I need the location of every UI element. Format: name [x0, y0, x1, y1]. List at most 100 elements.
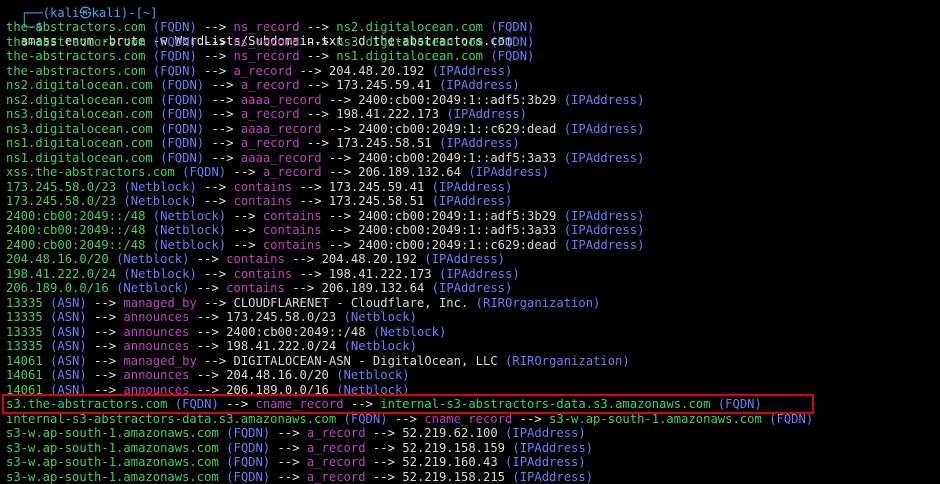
output-line: 206.189.0.0/16 (Netblock) --> contains -…: [6, 281, 512, 296]
output-line: 2400:cb00:2049::/48 (Netblock) --> conta…: [6, 223, 644, 238]
output-arrow: -->: [233, 238, 255, 252]
output-line: 173.245.58.0/23 (Netblock) --> contains …: [6, 180, 512, 195]
output-source: 204.48.16.0/20: [6, 252, 109, 266]
output-arrow: -->: [94, 310, 116, 324]
output-arrow: -->: [211, 122, 233, 136]
output-target: 173.245.58.0/23: [226, 310, 336, 324]
output-target-type: (IPAddress): [432, 194, 513, 208]
output-target-type: (Netblock): [373, 325, 446, 339]
output-line: 198.41.222.0/24 (Netblock) --> contains …: [6, 267, 520, 282]
output-arrow: -->: [307, 107, 329, 121]
output-target-type: (IPAddress): [564, 238, 645, 252]
output-relation: announces: [123, 368, 189, 382]
output-arrow: -->: [94, 339, 116, 353]
output-arrow: -->: [211, 78, 233, 92]
output-arrow: -->: [307, 78, 329, 92]
output-line: 2400:cb00:2049::/48 (Netblock) --> conta…: [6, 209, 644, 224]
output-line: ns2.digitalocean.com (FQDN) --> a_record…: [6, 78, 520, 93]
output-relation: contains: [226, 252, 285, 266]
output-target: 2400:cb00:2049::/48: [226, 325, 365, 339]
output-source: 14061: [6, 368, 43, 382]
output-line: 14061 (ASN) --> announces --> 204.48.16.…: [6, 368, 410, 383]
output-arrow: -->: [300, 267, 322, 281]
output-target-type: (IPAddress): [505, 426, 586, 440]
output-target: 2400:cb00:2049:1::adf5:3a33: [358, 151, 556, 165]
output-relation: aaaa_record: [241, 122, 322, 136]
output-target-type: (IPAddress): [432, 180, 513, 194]
output-source-type: (ASN): [50, 310, 87, 324]
output-relation: ns_record: [234, 20, 300, 34]
output-source-type: (FQDN): [153, 64, 197, 78]
output-arrow: -->: [233, 209, 255, 223]
output-target: 173.245.59.41: [336, 78, 431, 92]
output-target-type: (IPAddress): [564, 151, 645, 165]
output-target: ns3.digitalocean.com: [336, 35, 483, 49]
output-target: 198.41.222.173: [336, 107, 439, 121]
output-arrow: -->: [233, 223, 255, 237]
output-arrow: -->: [373, 470, 395, 484]
output-arrow: -->: [94, 368, 116, 382]
output-relation: announces: [123, 310, 189, 324]
output-arrow: -->: [329, 122, 351, 136]
output-source: xss.the-abstractors.com: [6, 165, 175, 179]
output-source-type: (Netblock): [153, 223, 226, 237]
output-source-type: (FQDN): [226, 455, 270, 469]
output-arrow: -->: [204, 35, 226, 49]
output-relation: contains: [233, 180, 292, 194]
output-arrow: -->: [204, 194, 226, 208]
output-line: s3-w.ap-south-1.amazonaws.com (FQDN) -->…: [6, 441, 593, 456]
output-arrow: -->: [204, 267, 226, 281]
output-target: 2400:cb00:2049:1::adf5:3b29: [358, 209, 556, 223]
output-target: 198.41.222.173: [329, 267, 432, 281]
output-line: 13335 (ASN) --> announces --> 173.245.58…: [6, 310, 417, 325]
output-line: xss.the-abstractors.com (FQDN) --> a_rec…: [6, 165, 549, 180]
output-target: ns2.digitalocean.com: [336, 20, 483, 34]
output-source: 14061: [6, 354, 43, 368]
output-source: 206.189.0.0/16: [6, 281, 109, 295]
output-arrow: -->: [278, 455, 300, 469]
output-arrow: -->: [329, 165, 351, 179]
output-target-type: (IPAddress): [564, 223, 645, 237]
output-source: 13335: [6, 310, 43, 324]
output-target: 204.48.20.192: [322, 252, 417, 266]
output-arrow: -->: [300, 180, 322, 194]
output-source-type: (Netblock): [116, 252, 189, 266]
output-arrow: -->: [329, 151, 351, 165]
output-relation: a_record: [241, 136, 300, 150]
output-source-type: (FQDN): [160, 151, 204, 165]
output-target-type: (Netblock): [344, 339, 417, 353]
output-source: 13335: [6, 339, 43, 353]
output-source-type: (Netblock): [153, 238, 226, 252]
output-relation: a_record: [307, 470, 366, 484]
output-target: 52.219.160.43: [402, 455, 497, 469]
output-source: the-abstractors.com: [6, 20, 145, 34]
output-source: s3-w.ap-south-1.amazonaws.com: [6, 455, 219, 469]
output-line: ns2.digitalocean.com (FQDN) --> aaaa_rec…: [6, 93, 644, 108]
output-source-type: (FQDN): [226, 470, 270, 484]
output-arrow: -->: [94, 325, 116, 339]
output-source-type: (ASN): [50, 296, 87, 310]
output-line: 14061 (ASN) --> managed_by --> DIGITALOC…: [6, 354, 630, 369]
output-line: 2400:cb00:2049::/48 (Netblock) --> conta…: [6, 238, 644, 253]
output-source: s3-w.ap-south-1.amazonaws.com: [6, 441, 219, 455]
output-target-type: (FQDN): [490, 35, 534, 49]
output-arrow: -->: [278, 426, 300, 440]
output-target-type: (FQDN): [490, 49, 534, 63]
output-target-type: (IPAddress): [505, 455, 586, 469]
output-source-type: (FQDN): [160, 93, 204, 107]
output-line: 13335 (ASN) --> announces --> 2400:cb00:…: [6, 325, 446, 340]
output-relation: a_record: [307, 455, 366, 469]
output-source-type: (FQDN): [153, 49, 197, 63]
output-source: the-abstractors.com: [6, 64, 145, 78]
output-relation: ns_record: [234, 35, 300, 49]
output-target-type: (Netblock): [344, 310, 417, 324]
output-target: 173.245.59.41: [329, 180, 424, 194]
output-line: the-abstractors.com (FQDN) --> ns_record…: [6, 35, 534, 50]
output-arrow: -->: [329, 238, 351, 252]
output-target: DIGITALOCEAN-ASN - DigitalOcean, LLC: [234, 354, 498, 368]
output-arrow: -->: [197, 281, 219, 295]
output-line: s3-w.ap-south-1.amazonaws.com (FQDN) -->…: [6, 455, 586, 470]
output-arrow: -->: [329, 223, 351, 237]
output-target-type: (RIROrganization): [476, 296, 601, 310]
output-arrow: -->: [211, 136, 233, 150]
